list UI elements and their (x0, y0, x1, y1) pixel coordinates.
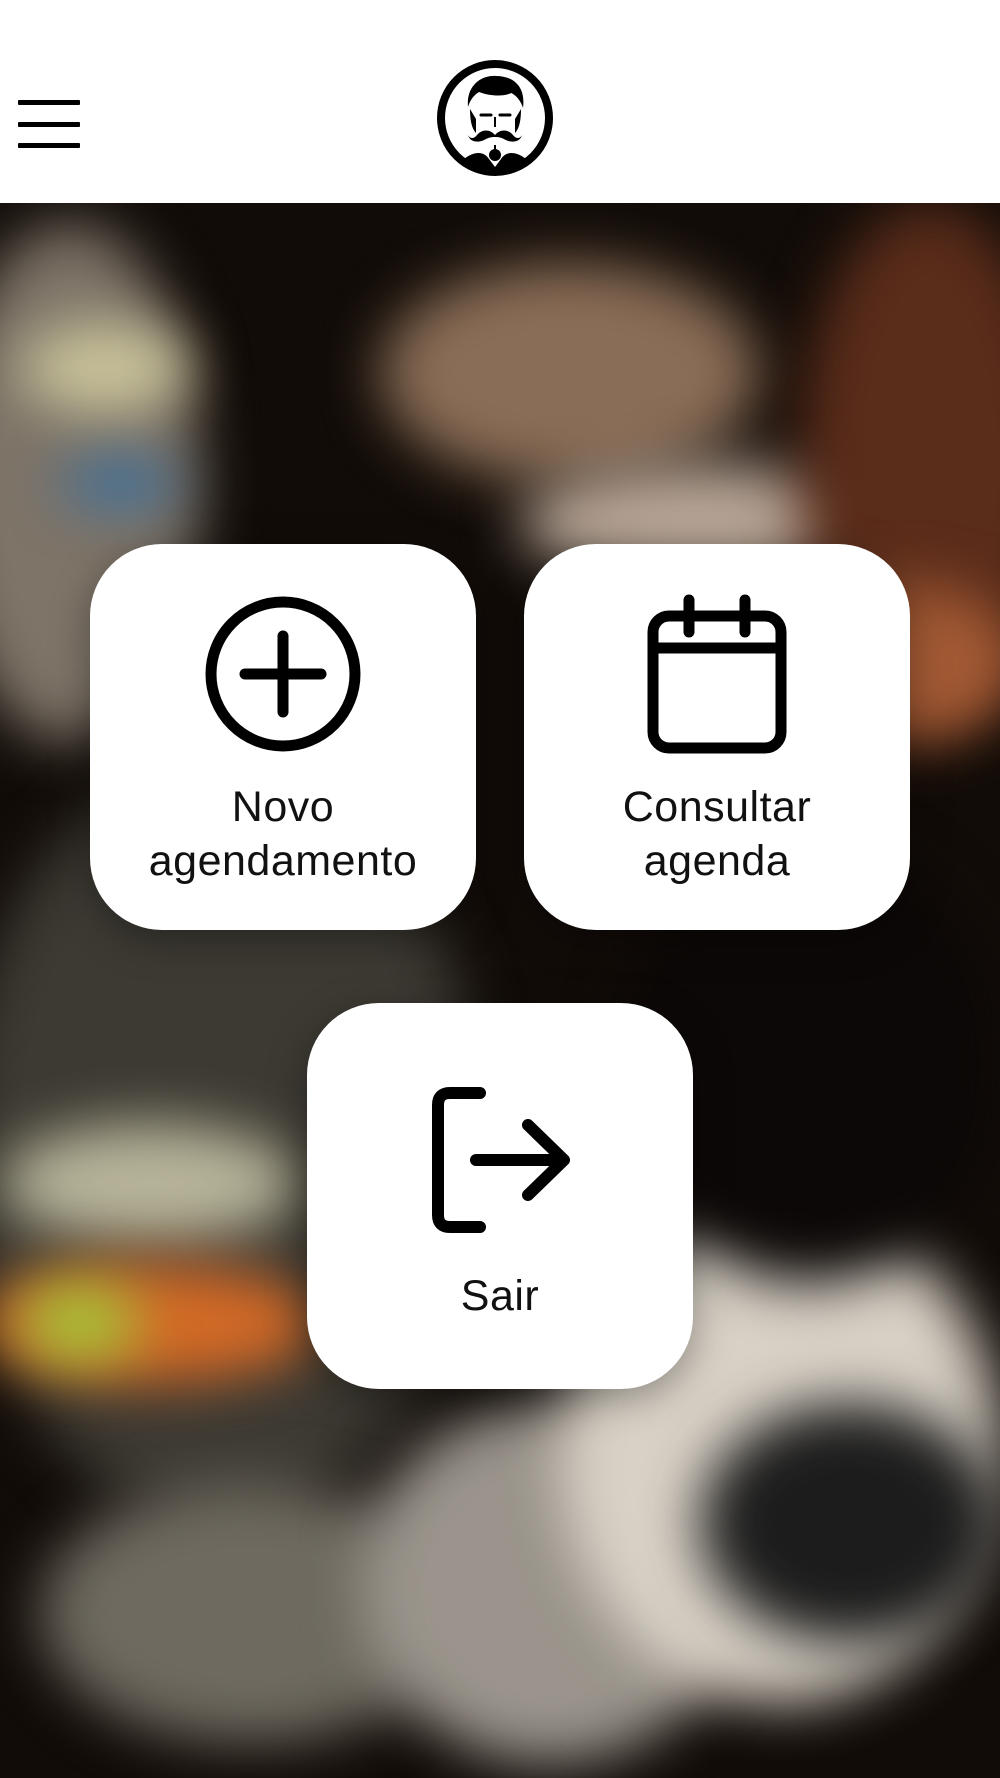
logout-button[interactable]: Sair (307, 1003, 693, 1389)
calendar-icon (647, 594, 787, 754)
logout-label: Sair (460, 1272, 540, 1320)
barber-mustache-logo-icon (437, 60, 553, 176)
view-schedule-button[interactable]: Consultar agenda (524, 544, 910, 930)
new-appointment-label-line2: agendamento (148, 837, 418, 885)
logout-icon (432, 1087, 570, 1233)
plus-circle-icon (205, 596, 361, 752)
app-header (0, 0, 1000, 203)
background-photo (0, 203, 1000, 1778)
menu-button[interactable] (14, 92, 84, 156)
new-appointment-button[interactable]: Novo agendamento (90, 544, 476, 930)
view-schedule-label-line2: agenda (643, 837, 791, 885)
hamburger-menu-icon (18, 100, 80, 105)
new-appointment-label-line1: Novo (231, 783, 335, 831)
view-schedule-label-line1: Consultar (622, 783, 812, 831)
